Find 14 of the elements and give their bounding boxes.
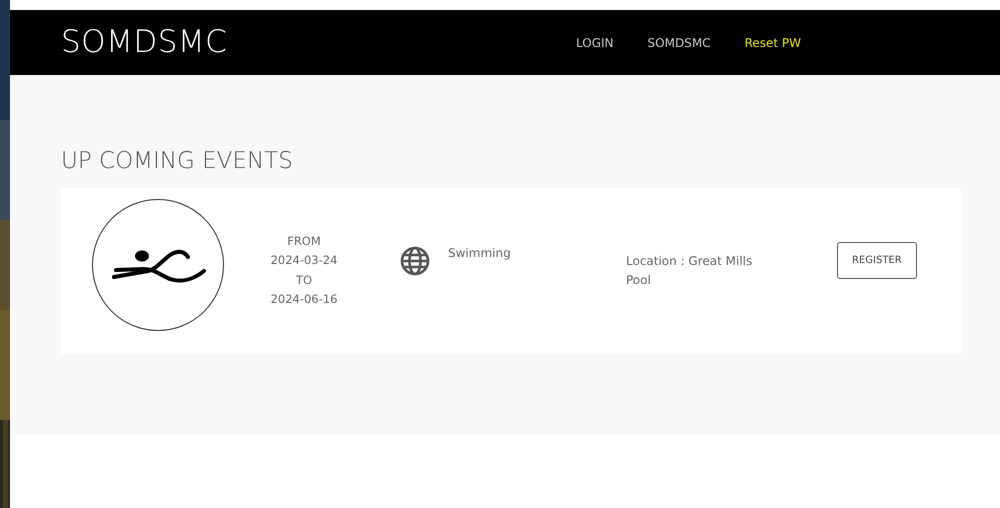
globe-icon: [400, 246, 430, 276]
site-brand[interactable]: SOMDSMC: [61, 19, 228, 66]
from-label: FROM: [286, 232, 322, 250]
date-text: 2024-06-16: [270, 291, 338, 308]
date-text: 2024-03-24: [270, 252, 338, 270]
to-label: TO: [294, 272, 314, 289]
nav-link[interactable]: LOGIN: [559, 34, 631, 52]
swimmer-icon: [92, 198, 224, 331]
nav-link[interactable]: Reset PW: [728, 34, 818, 52]
register-button[interactable]: REGISTER: [837, 242, 917, 279]
location-text: Location : Great Mills Pool: [626, 252, 754, 290]
nav-link[interactable]: SOMDSMC: [630, 34, 728, 52]
sport-name: Swimming: [448, 244, 512, 262]
section-title: UP COMING EVENTS: [61, 148, 294, 176]
